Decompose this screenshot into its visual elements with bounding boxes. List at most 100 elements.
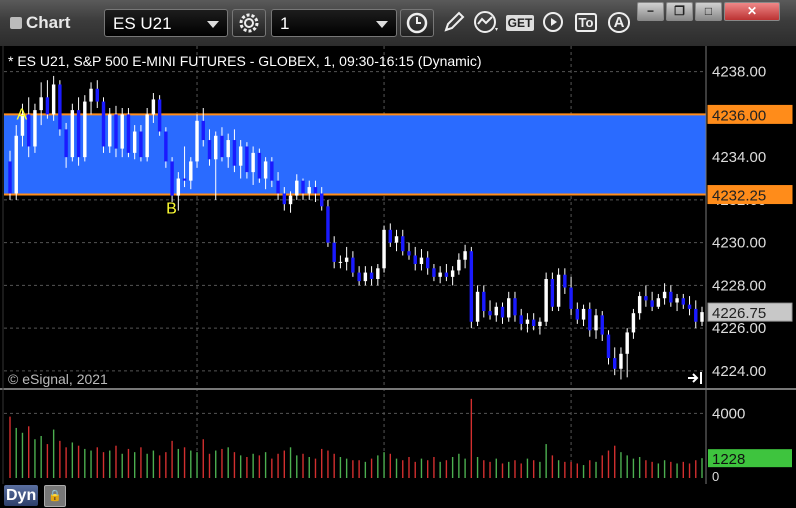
maximize-button[interactable]: □ xyxy=(695,2,722,21)
candle-body xyxy=(425,257,430,269)
dynamic-toggle[interactable]: Dyn xyxy=(4,485,39,506)
candle xyxy=(145,107,149,162)
point-label: A xyxy=(16,106,27,123)
chart-title: * ES U21, S&P 500 E-MINI FUTURES - GLOBE… xyxy=(8,53,482,69)
candle-body xyxy=(282,193,287,205)
bottom-bar xyxy=(0,484,796,508)
close-button[interactable]: ✕ xyxy=(724,2,780,21)
restore-button[interactable]: ❐ xyxy=(666,2,693,21)
draw-button[interactable] xyxy=(440,10,468,36)
candle-body xyxy=(475,291,480,322)
candle xyxy=(544,272,548,327)
candle-body xyxy=(238,146,243,166)
candle-body xyxy=(164,131,168,162)
candle-body xyxy=(550,278,555,307)
chevron-down-icon xyxy=(376,21,388,28)
candle-body xyxy=(450,270,455,277)
candle-body xyxy=(76,110,81,158)
candle-body xyxy=(132,131,137,153)
settings-button[interactable] xyxy=(232,9,266,37)
candle-body xyxy=(176,178,181,196)
lock-icon[interactable]: 🔒 xyxy=(44,485,66,507)
candle-body xyxy=(120,114,124,149)
candle-body xyxy=(83,101,87,158)
candle-body xyxy=(419,257,424,265)
candle-body xyxy=(575,308,580,320)
candle-body xyxy=(432,268,436,277)
time-button[interactable] xyxy=(400,9,434,37)
window-title: Chart xyxy=(10,13,70,33)
candle-body xyxy=(700,312,704,322)
candle-body xyxy=(401,236,405,252)
pencil-icon xyxy=(444,11,465,32)
minimize-button[interactable]: − xyxy=(637,2,664,21)
candle-body xyxy=(669,291,673,303)
get-button[interactable]: GET xyxy=(505,10,535,36)
candle xyxy=(326,199,330,247)
candle-body xyxy=(338,261,343,263)
candle xyxy=(126,107,131,158)
candle-body xyxy=(544,278,548,322)
candle-body xyxy=(407,251,411,256)
candle-body xyxy=(207,140,212,160)
price-tick-label: 4238.00 xyxy=(712,64,766,81)
candle-body xyxy=(351,257,355,273)
candle-body xyxy=(376,268,380,279)
candle-body xyxy=(195,120,199,162)
get-label: GET xyxy=(505,15,535,31)
candle-body xyxy=(108,114,112,147)
candle-body xyxy=(438,272,442,277)
play-icon xyxy=(543,12,563,32)
candle xyxy=(257,148,262,183)
zone-top-tag-text: 4236.00 xyxy=(712,107,766,124)
play-button[interactable] xyxy=(539,10,567,36)
candle-body xyxy=(556,274,561,307)
candle-body xyxy=(170,161,174,196)
candle-body xyxy=(413,255,417,265)
candle-body xyxy=(295,180,299,196)
candle-body xyxy=(519,315,523,324)
candle xyxy=(195,114,199,168)
price-tick-label: 4228.00 xyxy=(712,277,766,294)
interval-dropdown[interactable]: 1 xyxy=(271,9,397,37)
symbol-dropdown[interactable]: ES U21 xyxy=(104,9,228,37)
candle-body xyxy=(182,178,187,181)
candle-body xyxy=(157,99,162,132)
chart-background xyxy=(0,46,796,484)
candle-body xyxy=(613,358,617,369)
price-tick-label: 4234.00 xyxy=(712,149,766,166)
candle-body xyxy=(457,259,461,271)
candle-body xyxy=(64,129,68,158)
alert-button[interactable]: A xyxy=(605,10,633,36)
candle-body xyxy=(33,110,37,147)
candle xyxy=(469,246,474,329)
candle-body xyxy=(326,206,330,243)
candle-body xyxy=(600,315,604,335)
candle-body xyxy=(301,180,305,194)
candle-body xyxy=(656,298,661,307)
study-button[interactable] xyxy=(472,10,502,36)
candle-body xyxy=(631,313,636,333)
candle xyxy=(83,95,87,162)
candle-body xyxy=(581,308,586,320)
candle-body xyxy=(687,304,692,309)
last-price-tag: 4226.75 xyxy=(707,302,793,322)
candle-body xyxy=(39,97,43,111)
candle-body xyxy=(662,291,667,299)
candle-body xyxy=(538,321,542,327)
window-title-label: Chart xyxy=(26,13,71,32)
candle-body xyxy=(226,140,230,158)
candle-body xyxy=(606,334,611,359)
text-button[interactable]: To xyxy=(572,10,600,36)
candle-body xyxy=(313,187,318,194)
candle-body xyxy=(201,120,205,141)
candle-body xyxy=(594,315,598,331)
candle-body xyxy=(394,236,399,243)
candle-body xyxy=(644,296,648,301)
candle-body xyxy=(675,298,679,303)
candle-body xyxy=(382,229,386,269)
zone-bottom-tag: 4232.25 xyxy=(707,185,793,205)
candle-body xyxy=(151,99,156,115)
gear-icon xyxy=(239,13,259,33)
price-chart[interactable]: AB 4238.004236.004234.004232.004230.0042… xyxy=(0,46,796,484)
